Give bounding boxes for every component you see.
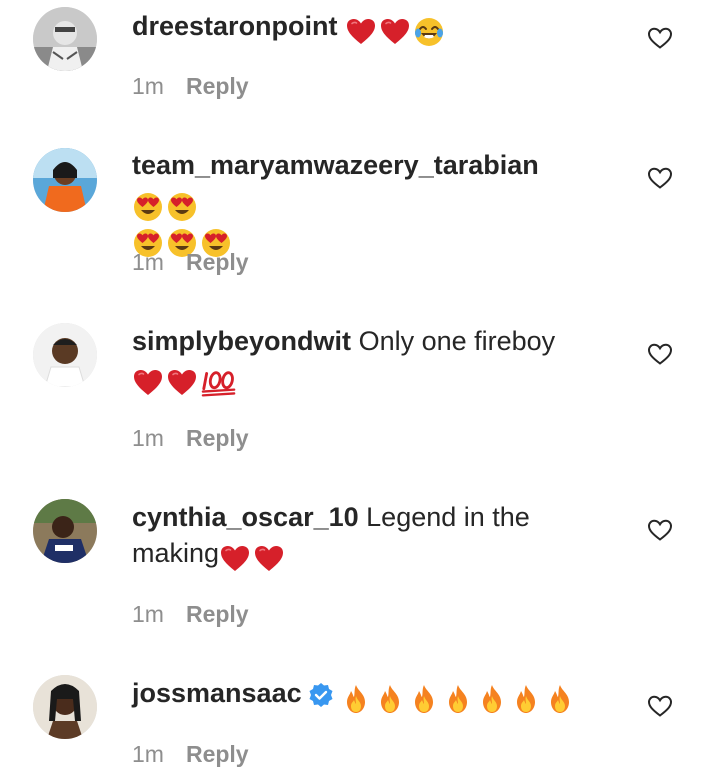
comment-text: simplybeyondwit Only one fireboy (132, 323, 612, 395)
red-heart-emoji-icon (132, 367, 164, 399)
fire-emoji-icon (544, 683, 576, 715)
username[interactable]: jossmansaac (132, 678, 302, 708)
username[interactable]: team_maryamwazeery_tarabian (132, 150, 539, 180)
heart-eyes-emoji-icon (166, 191, 198, 223)
hundred-points-emoji-icon (200, 367, 238, 399)
comment-meta: 1m Reply (132, 423, 249, 453)
red-heart-emoji-icon (253, 543, 285, 575)
like-heart-icon[interactable] (647, 26, 673, 50)
comment-text: cynthia_oscar_10 Legend in the making (132, 499, 612, 571)
fire-emoji-icon (408, 683, 440, 715)
reply-button[interactable]: Reply (186, 741, 249, 767)
avatar[interactable] (33, 675, 97, 739)
reply-button[interactable]: Reply (186, 73, 249, 99)
avatar[interactable] (33, 7, 97, 71)
emoji-group (132, 363, 240, 395)
avatar[interactable] (33, 148, 97, 212)
reply-button[interactable]: Reply (186, 249, 249, 275)
username[interactable]: dreestaronpoint (132, 11, 338, 41)
comment-meta: 1m Reply (132, 247, 249, 277)
comment-time: 1m (132, 73, 164, 99)
avatar[interactable] (33, 323, 97, 387)
comment-text: jossmansaac (132, 675, 612, 711)
red-heart-emoji-icon (345, 16, 377, 48)
fire-emoji-icon (374, 683, 406, 715)
comment-time: 1m (132, 741, 164, 767)
comment-time: 1m (132, 425, 164, 451)
comment-body-line2: making (132, 538, 220, 568)
reply-button[interactable]: Reply (186, 425, 249, 451)
comment-time: 1m (132, 249, 164, 275)
red-heart-emoji-icon (379, 16, 411, 48)
emoji-group (132, 187, 200, 219)
username[interactable]: cynthia_oscar_10 (132, 502, 359, 532)
red-heart-emoji-icon (166, 367, 198, 399)
emoji-group (345, 12, 447, 44)
comment-text: team_maryamwazeery_tarabian (132, 147, 612, 255)
red-heart-emoji-icon (219, 543, 251, 575)
like-heart-icon[interactable] (647, 694, 673, 718)
like-heart-icon[interactable] (647, 518, 673, 542)
username[interactable]: simplybeyondwit (132, 326, 351, 356)
fire-emoji-icon (340, 683, 372, 715)
verified-badge-icon (309, 682, 333, 707)
reply-button[interactable]: Reply (186, 601, 249, 627)
comment-time: 1m (132, 601, 164, 627)
like-heart-icon[interactable] (647, 342, 673, 366)
comment-text: dreestaronpoint (132, 8, 612, 44)
avatar[interactable] (33, 499, 97, 563)
emoji-group (219, 539, 287, 571)
comment-body: Only one fireboy (358, 326, 556, 356)
comment-body: Legend in the (366, 502, 530, 532)
comment-meta: 1m Reply (132, 71, 249, 101)
emoji-group (340, 679, 578, 711)
fire-emoji-icon (442, 683, 474, 715)
heart-eyes-emoji-icon (132, 191, 164, 223)
comment-meta: 1m Reply (132, 739, 249, 769)
fire-emoji-icon (510, 683, 542, 715)
fire-emoji-icon (476, 683, 508, 715)
like-heart-icon[interactable] (647, 166, 673, 190)
comment-meta: 1m Reply (132, 599, 249, 629)
joy-emoji-icon (413, 16, 445, 48)
